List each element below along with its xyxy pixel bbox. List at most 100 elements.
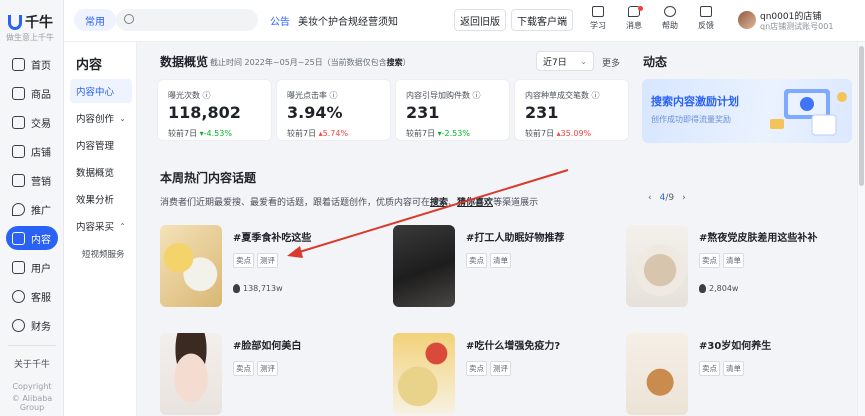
subnav-item-label: 内容中心 bbox=[76, 87, 115, 98]
desc-suffix: 等渠道展示 bbox=[493, 198, 539, 208]
topic-card[interactable]: #吃什么增强免疫力? 卖点 测评 bbox=[393, 333, 613, 416]
chevron-down-icon: ⌄ bbox=[580, 56, 587, 66]
subnav-item-content-purchase[interactable]: 内容采买 ⌃ bbox=[70, 214, 132, 238]
banner-illustration bbox=[770, 89, 847, 136]
stat-value: 231 bbox=[406, 103, 440, 122]
rail-item-users[interactable]: 用户 bbox=[6, 255, 58, 279]
headset-icon bbox=[12, 289, 25, 303]
left-rail: 千牛 做生意上千牛 首页 商品 交易 店铺 营销 推广 内容 用户 客服 财务 … bbox=[0, 0, 64, 416]
topic-name: #打工人助眠好物推荐 bbox=[466, 233, 565, 244]
desc-sep: 、 bbox=[448, 198, 458, 208]
flame-icon bbox=[233, 284, 240, 293]
incentive-banner[interactable]: 搜索内容激励计划 创作成功即得流量奖励 bbox=[642, 79, 852, 143]
tool-feedback[interactable]: 反馈 bbox=[692, 6, 720, 31]
stat-card[interactable]: 内容引导加购件数 ⓘ 231 较前7日 ▾-2.53% bbox=[395, 79, 510, 141]
topic-name: #夏季食补吃这些 bbox=[233, 233, 312, 244]
topic-tags: 卖点 测评 bbox=[233, 361, 278, 376]
download-client-button[interactable]: 下载客户端 bbox=[511, 9, 573, 31]
search-channel-link[interactable]: 搜索 bbox=[430, 198, 448, 208]
rail-item-promotion[interactable]: 推广 bbox=[6, 197, 58, 221]
topic-card[interactable]: #打工人助眠好物推荐 卖点 清单 bbox=[393, 225, 613, 315]
topics-description: 消费者们近期最爱搜、最爱看的话题，跟着话题创作，优质内容可在搜索、猜你喜欢等渠道… bbox=[160, 195, 538, 208]
rail-item-label: 交易 bbox=[31, 118, 51, 130]
subnav-item-label: 内容创作 bbox=[76, 114, 115, 125]
trade-icon bbox=[12, 115, 25, 129]
period-select[interactable]: 近7日 ⌄ bbox=[536, 51, 594, 71]
subnav-item-content-center[interactable]: 内容中心 bbox=[70, 79, 132, 103]
topic-heat: 138,713w bbox=[233, 284, 283, 293]
tool-messages[interactable]: 消息 bbox=[620, 6, 648, 31]
copyright-label: Copyright bbox=[12, 382, 52, 391]
back-old-version-button[interactable]: 返回旧版 bbox=[454, 9, 506, 31]
brand-slogan: 做生意上千牛 bbox=[6, 33, 54, 42]
subnav-item-effect-analysis[interactable]: 效果分析 bbox=[70, 187, 132, 211]
store-icon bbox=[12, 144, 25, 158]
brand-logo[interactable]: 千牛 bbox=[8, 12, 53, 32]
common-button[interactable]: 常用 bbox=[74, 9, 116, 31]
rail-item-store[interactable]: 店铺 bbox=[6, 139, 58, 163]
rail-divider bbox=[8, 345, 56, 346]
topic-card[interactable]: #30岁如何养生 卖点 清单 bbox=[626, 333, 846, 416]
topic-thumbnail bbox=[160, 225, 222, 307]
tool-help[interactable]: 帮助 bbox=[656, 6, 684, 31]
stat-label: 内容种草成交笔数 ⓘ bbox=[525, 91, 600, 100]
topic-name: #熬夜党皮肤差用这些补补 bbox=[699, 233, 818, 244]
topic-tag: 卖点 bbox=[466, 253, 487, 268]
topic-thumbnail bbox=[393, 225, 455, 307]
rail-item-trade[interactable]: 交易 bbox=[6, 110, 58, 134]
search-input[interactable] bbox=[116, 9, 258, 31]
topic-tag: 清单 bbox=[490, 253, 511, 268]
flame-icon bbox=[699, 284, 706, 293]
tool-learn[interactable]: 学习 bbox=[584, 6, 612, 31]
topic-tag: 卖点 bbox=[466, 361, 487, 376]
guess-you-like-link[interactable]: 猜你喜欢 bbox=[457, 198, 493, 208]
range-bold: 搜索 bbox=[386, 58, 403, 67]
stat-card[interactable]: 曝光点击率 ⓘ 3.94% 较前7日 ▴5.74% bbox=[276, 79, 391, 141]
topic-card[interactable]: #夏季食补吃这些 卖点 测评 138,713w bbox=[160, 225, 380, 315]
location-pin-icon bbox=[12, 202, 25, 216]
stat-change: 5.74% bbox=[322, 129, 349, 138]
stat-compare: 较前7日 ▾-4.53% bbox=[168, 128, 232, 139]
subnav-item-content-manage[interactable]: 内容管理 bbox=[70, 133, 132, 157]
topic-tag: 清单 bbox=[723, 361, 744, 376]
about-link[interactable]: 关于千牛 bbox=[0, 357, 64, 370]
rail-item-service[interactable]: 客服 bbox=[6, 284, 58, 308]
chevron-down-icon: ⌄ bbox=[119, 113, 126, 123]
stat-card[interactable]: 曝光次数 ⓘ 118,802 较前7日 ▾-4.53% bbox=[157, 79, 272, 141]
topic-tag: 卖点 bbox=[233, 253, 254, 268]
top-bar: 常用 公告 美妆个护合规经营须知 返回旧版 下载客户端 学习 消息 帮助 反馈 … bbox=[64, 0, 865, 42]
stat-card[interactable]: 内容种草成交笔数 ⓘ 231 较前7日 ▴35.09% bbox=[514, 79, 629, 141]
rail-item-marketing[interactable]: 营销 bbox=[6, 168, 58, 192]
topic-card[interactable]: #脸部如何美白 卖点 测评 bbox=[160, 333, 380, 416]
topic-tags: 卖点 清单 bbox=[699, 361, 744, 376]
subnav-item-data-overview[interactable]: 数据概览 bbox=[70, 160, 132, 184]
notice-link[interactable]: 美妆个护合规经营须知 bbox=[298, 13, 398, 28]
subnav-item-content-create[interactable]: 内容创作 ⌄ bbox=[70, 106, 132, 130]
help-icon bbox=[664, 6, 676, 17]
rail-item-content[interactable]: 内容 bbox=[6, 226, 58, 250]
user-icon bbox=[12, 260, 25, 274]
page-scrollbar[interactable] bbox=[857, 42, 865, 416]
scrollbar-thumb[interactable] bbox=[859, 46, 864, 186]
topic-thumbnail bbox=[393, 333, 455, 415]
topics-title: 本周热门内容话题 bbox=[160, 171, 257, 185]
rail-item-label: 店铺 bbox=[31, 147, 51, 159]
rail-item-goods[interactable]: 商品 bbox=[6, 81, 58, 105]
more-link[interactable]: 更多 bbox=[602, 56, 620, 69]
compare-label: 较前7日 bbox=[168, 129, 198, 138]
rail-item-home[interactable]: 首页 bbox=[6, 52, 58, 76]
stat-compare: 较前7日 ▴5.74% bbox=[287, 128, 348, 139]
stat-compare: 较前7日 ▾-2.53% bbox=[406, 128, 470, 139]
topic-tag: 卖点 bbox=[699, 361, 720, 376]
dynamics-panel: 动态 搜索内容激励计划 创作成功即得流量奖励 bbox=[633, 42, 857, 143]
topic-card[interactable]: #熬夜党皮肤差用这些补补 卖点 清单 2,804w bbox=[626, 225, 846, 315]
pager-prev-icon[interactable]: ‹ bbox=[648, 193, 652, 203]
rail-item-finance[interactable]: 财务 bbox=[6, 313, 58, 337]
avatar[interactable] bbox=[738, 11, 756, 29]
pager-next-icon[interactable]: › bbox=[682, 193, 686, 203]
stat-value: 3.94% bbox=[287, 103, 343, 122]
finance-icon bbox=[12, 318, 25, 332]
search-icon bbox=[124, 14, 134, 24]
subnav-child-short-video[interactable]: 短视频服务 bbox=[82, 248, 125, 260]
compare-label: 较前7日 bbox=[287, 129, 317, 138]
